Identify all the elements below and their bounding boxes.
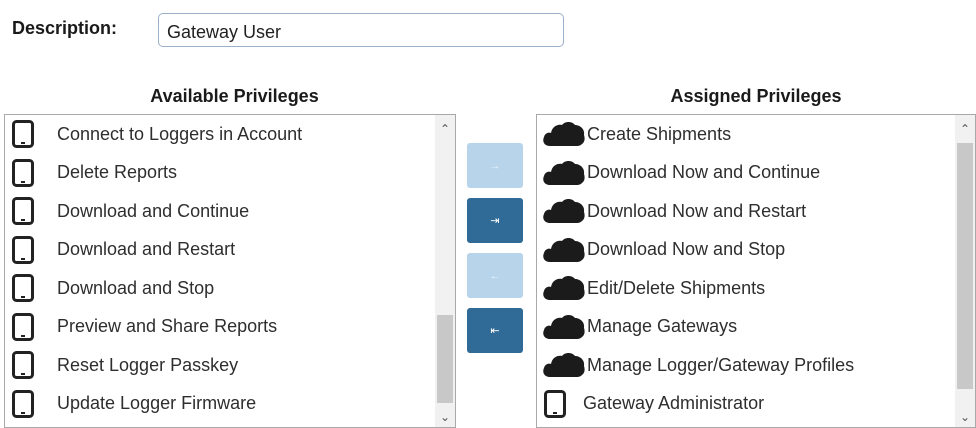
tablet-icon: [11, 351, 35, 380]
cloud-icon: [541, 121, 587, 147]
assigned-item[interactable]: Download Now and Restart: [537, 192, 953, 231]
tablet-icon: [543, 389, 567, 418]
available-item[interactable]: Preview and Share Reports: [5, 308, 433, 347]
tablet-icon: [11, 312, 35, 341]
assigned-item[interactable]: Edit/Delete Shipments: [537, 269, 953, 308]
description-label: Description:: [12, 18, 118, 38]
available-item-label: Download and Restart: [57, 239, 236, 260]
assigned-item-label: Edit/Delete Shipments: [587, 277, 766, 298]
assigned-item[interactable]: Download Now and Stop: [537, 231, 953, 270]
add-selected-button[interactable]: →: [467, 143, 523, 188]
tablet-icon: [11, 120, 35, 149]
remove-selected-button[interactable]: ←: [467, 253, 523, 298]
assigned-items: Create Shipments Download Now and Continu…: [537, 115, 953, 423]
tablet-icon: [11, 158, 35, 187]
scroll-thumb[interactable]: [957, 143, 973, 389]
assigned-item-label: Gateway Administrator: [583, 393, 765, 414]
scroll-thumb[interactable]: [437, 315, 453, 403]
scroll-up-icon[interactable]: ⌃: [435, 119, 455, 139]
add-all-button[interactable]: ⇥: [467, 198, 523, 243]
available-item[interactable]: Reset Logger Passkey: [5, 346, 433, 385]
tablet-icon: [11, 389, 35, 418]
assigned-privileges-title: Assigned Privileges: [670, 86, 842, 106]
available-item[interactable]: Download and Stop: [5, 269, 433, 308]
available-item[interactable]: Connect to Loggers in Account: [5, 115, 433, 154]
available-item-label: Delete Reports: [57, 162, 178, 183]
assigned-item[interactable]: Gateway Administrator: [537, 385, 953, 424]
cloud-icon: [541, 352, 587, 378]
description-input[interactable]: [158, 13, 564, 47]
scroll-down-icon[interactable]: ⌄: [435, 407, 455, 427]
assigned-item-label: Manage Logger/Gateway Profiles: [587, 354, 855, 375]
scroll-down-icon[interactable]: ⌄: [955, 407, 975, 427]
assigned-item-label: Download Now and Stop: [587, 239, 786, 260]
assigned-item-label: Download Now and Continue: [587, 162, 821, 183]
available-item[interactable]: Update Logger Firmware: [5, 385, 433, 424]
assigned-privileges-list[interactable]: Create Shipments Download Now and Continu…: [536, 114, 976, 428]
available-item-label: Preview and Share Reports: [57, 316, 278, 337]
available-item-label: Download and Continue: [57, 200, 250, 221]
cloud-icon: [541, 314, 587, 340]
cloud-icon: [541, 198, 587, 224]
assigned-item[interactable]: Manage Gateways: [537, 308, 953, 347]
available-privileges-title: Available Privileges: [150, 86, 319, 106]
assigned-item-label: Download Now and Restart: [587, 200, 807, 221]
available-privileges-list[interactable]: Connect to Loggers in Account Delete Repo…: [4, 114, 456, 428]
available-item-label: Download and Stop: [57, 277, 215, 298]
cloud-icon: [541, 160, 587, 186]
scroll-up-icon[interactable]: ⌃: [955, 119, 975, 139]
available-item[interactable]: Download and Restart: [5, 231, 433, 270]
available-item[interactable]: Delete Reports: [5, 154, 433, 193]
available-items: Connect to Loggers in Account Delete Repo…: [5, 115, 433, 423]
assigned-item-label: Create Shipments: [587, 123, 732, 144]
assigned-scrollbar[interactable]: ⌃ ⌄: [955, 115, 975, 427]
available-scrollbar[interactable]: ⌃ ⌄: [435, 115, 455, 427]
available-item[interactable]: Download and Continue: [5, 192, 433, 231]
assigned-item[interactable]: Download Now and Continue: [537, 154, 953, 193]
available-item-label: Update Logger Firmware: [57, 393, 257, 414]
cloud-icon: [541, 275, 587, 301]
tablet-icon: [11, 235, 35, 264]
available-item-label: Reset Logger Passkey: [57, 354, 239, 375]
assigned-item[interactable]: Manage Logger/Gateway Profiles: [537, 346, 953, 385]
cloud-icon: [541, 237, 587, 263]
available-item-label: Connect to Loggers in Account: [57, 123, 303, 144]
tablet-icon: [11, 274, 35, 303]
assigned-item-label: Manage Gateways: [587, 316, 738, 337]
assigned-item[interactable]: Create Shipments: [537, 115, 953, 154]
tablet-icon: [11, 197, 35, 226]
remove-all-button[interactable]: ⇤: [467, 308, 523, 353]
